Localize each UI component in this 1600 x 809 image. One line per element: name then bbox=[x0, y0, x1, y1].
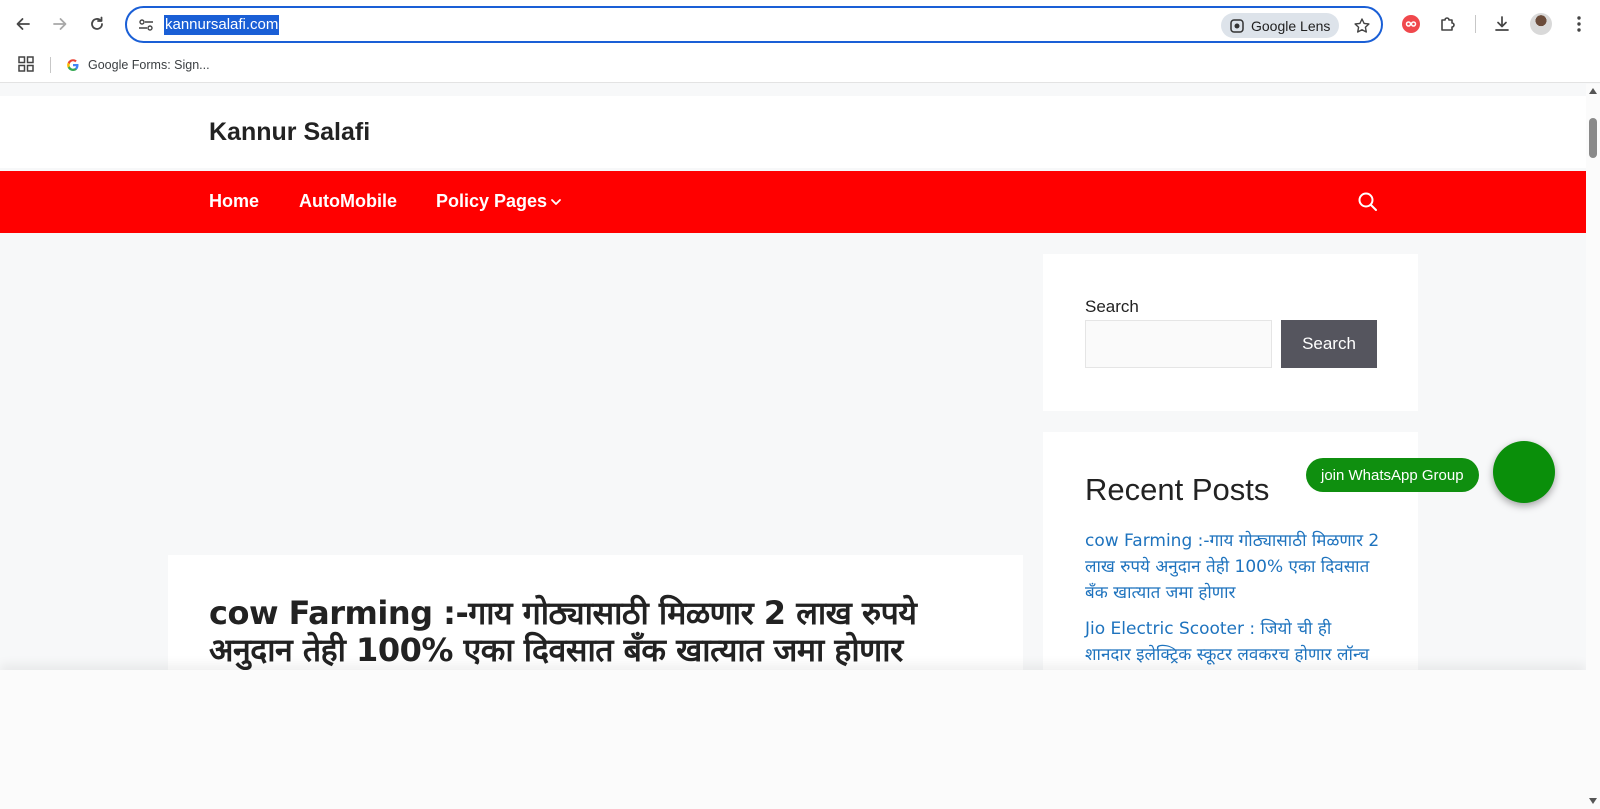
scroll-down-arrow-icon[interactable] bbox=[1589, 798, 1597, 804]
forward-icon[interactable] bbox=[46, 10, 74, 38]
toolbar-divider bbox=[1475, 15, 1476, 33]
recent-post-link[interactable]: cow Farming :-गाय गोठ्यासाठी मिळणार 2 ला… bbox=[1085, 528, 1380, 606]
main-navigation: Home AutoMobile Policy Pages bbox=[0, 171, 1586, 233]
scrollbar-thumb[interactable] bbox=[1589, 118, 1597, 158]
lens-icon bbox=[1230, 18, 1244, 33]
nav-automobile[interactable]: AutoMobile bbox=[299, 191, 397, 212]
site-info-icon[interactable] bbox=[135, 15, 157, 35]
extension-icon-red[interactable] bbox=[1398, 11, 1424, 37]
bookmarks-bar: Google Forms: Sign... bbox=[0, 48, 1600, 83]
nav-home[interactable]: Home bbox=[209, 191, 259, 212]
bookmarks-divider bbox=[50, 57, 51, 73]
whatsapp-float-button[interactable] bbox=[1493, 441, 1555, 503]
page-scrollbar[interactable] bbox=[1586, 84, 1600, 809]
lens-label: Google Lens bbox=[1251, 17, 1331, 34]
bottom-overlay-area bbox=[0, 670, 1586, 809]
back-icon[interactable] bbox=[9, 10, 37, 38]
puzzle-extensions-icon[interactable] bbox=[1435, 11, 1461, 37]
site-header: Kannur Salafi bbox=[0, 96, 1586, 168]
reload-icon[interactable] bbox=[83, 10, 111, 38]
whatsapp-join-label[interactable]: join WhatsApp Group bbox=[1306, 458, 1479, 492]
bookmark-label: Google Forms: Sign... bbox=[88, 58, 210, 72]
google-g-icon bbox=[67, 59, 79, 72]
recent-posts-list: cow Farming :-गाय गोठ्यासाठी मिळणार 2 ला… bbox=[1085, 528, 1380, 684]
search-widget-label: Search bbox=[1085, 297, 1139, 316]
ad-placeholder bbox=[168, 249, 1023, 539]
bookmark-google-forms[interactable]: Google Forms: Sign... bbox=[66, 54, 210, 76]
scroll-up-arrow-icon[interactable] bbox=[1589, 88, 1597, 94]
nav-policy-pages[interactable]: Policy Pages bbox=[436, 191, 547, 212]
bookmark-star-icon[interactable] bbox=[1349, 13, 1374, 38]
download-icon[interactable] bbox=[1489, 11, 1515, 37]
chevron-down-icon[interactable] bbox=[548, 194, 564, 210]
google-lens-button[interactable]: Google Lens bbox=[1221, 13, 1339, 38]
recent-posts-title: Recent Posts bbox=[1085, 472, 1270, 507]
browser-toolbar: kannursalafi.com Google Lens bbox=[0, 0, 1600, 48]
url-text[interactable]: kannursalafi.com bbox=[164, 15, 280, 35]
address-bar[interactable]: kannursalafi.com Google Lens bbox=[125, 6, 1383, 43]
profile-avatar[interactable] bbox=[1530, 13, 1552, 35]
page-viewport: Kannur Salafi Home AutoMobile Policy Pag… bbox=[0, 84, 1586, 684]
apps-grid-icon[interactable] bbox=[17, 55, 37, 75]
sidebar-search-widget: Search Search bbox=[1043, 254, 1418, 411]
search-icon[interactable] bbox=[1357, 191, 1379, 213]
site-title[interactable]: Kannur Salafi bbox=[209, 118, 370, 147]
sidebar-search-input[interactable] bbox=[1085, 320, 1272, 368]
article-card: cow Farming :-गाय गोठ्यासाठी मिळणार 2 ला… bbox=[168, 555, 1023, 684]
article-title[interactable]: cow Farming :-गाय गोठ्यासाठी मिळणार 2 ला… bbox=[209, 595, 999, 669]
menu-kebab-icon[interactable] bbox=[1566, 11, 1592, 37]
sidebar-search-button[interactable]: Search bbox=[1281, 320, 1377, 368]
